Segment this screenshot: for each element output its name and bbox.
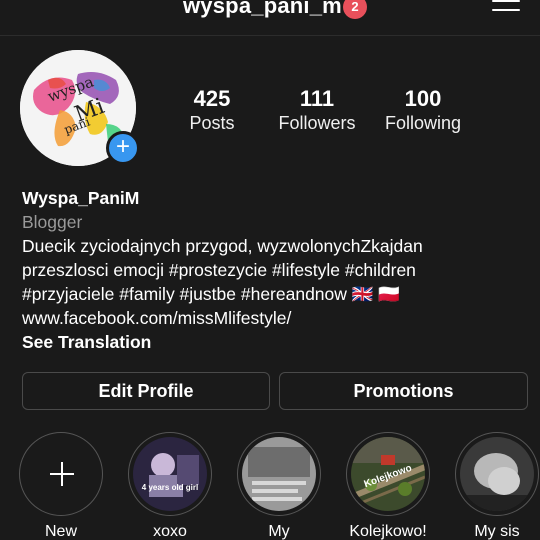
highlight-my[interactable]: My bbox=[236, 432, 322, 540]
bio-line-2: przeszlosci emocji #prostezycie #lifesty… bbox=[22, 260, 416, 280]
promotions-button[interactable]: Promotions bbox=[279, 372, 528, 410]
highlight-cover bbox=[242, 437, 316, 511]
add-story-plus-icon[interactable]: + bbox=[106, 131, 140, 165]
bio-line-3: #przyjaciele #family #justbe #hereandnow… bbox=[22, 284, 401, 304]
highlight-my-sis[interactable]: My sis bbox=[454, 432, 540, 540]
highlight-overlay-text: 4 years old girl bbox=[141, 483, 199, 492]
hamburger-menu-icon[interactable] bbox=[490, 0, 524, 18]
bio-line-1: Duecik zyciodajnych przygod, wyzwolonych… bbox=[22, 236, 423, 256]
posts-label: Posts bbox=[189, 113, 235, 133]
highlight-cover bbox=[460, 437, 534, 511]
following-count: 100 bbox=[404, 86, 442, 111]
highlight-kolejkowo[interactable]: Kolejkowo Kolejkowo! bbox=[345, 432, 431, 540]
posts-count: 425 bbox=[193, 86, 231, 111]
profile-username-title[interactable]: wyspa_pani_m bbox=[183, 0, 342, 19]
edit-profile-button[interactable]: Edit Profile bbox=[22, 372, 270, 410]
new-highlight-ring bbox=[19, 432, 103, 516]
followers-count: 111 bbox=[299, 86, 335, 111]
profile-category: Blogger bbox=[22, 212, 83, 232]
see-translation-link[interactable]: See Translation bbox=[22, 330, 522, 354]
highlight-new[interactable]: New bbox=[18, 432, 104, 540]
highlight-label: My bbox=[268, 523, 290, 540]
following-label: Following bbox=[384, 113, 462, 133]
stat-following[interactable]: 100 Following bbox=[373, 86, 473, 134]
top-bar: wyspa_pani_m 2 bbox=[0, 0, 540, 36]
profile-name: Wyspa_PaniM bbox=[22, 188, 140, 208]
highlight-label: Kolejkowo! bbox=[349, 523, 427, 540]
stat-posts[interactable]: 425 Posts bbox=[162, 86, 262, 134]
notification-badge[interactable]: 2 bbox=[343, 0, 367, 19]
followers-label: Followers bbox=[278, 113, 356, 133]
highlight-label: My sis bbox=[474, 523, 520, 540]
bio-section: Wyspa_PaniM Blogger Duecik zyciodajnych … bbox=[22, 186, 522, 354]
highlight-cover: 4 years old girl bbox=[133, 437, 207, 511]
stat-followers[interactable]: 111 Followers bbox=[267, 86, 367, 134]
highlight-label: New bbox=[44, 523, 77, 540]
highlight-cover: Kolejkowo bbox=[351, 437, 425, 511]
bio-link[interactable]: www.facebook.com/missMlifestyle/ bbox=[22, 306, 522, 330]
highlight-label: xoxo bbox=[153, 523, 187, 540]
highlight-xoxo[interactable]: 4 years old girl xoxo bbox=[127, 432, 213, 540]
